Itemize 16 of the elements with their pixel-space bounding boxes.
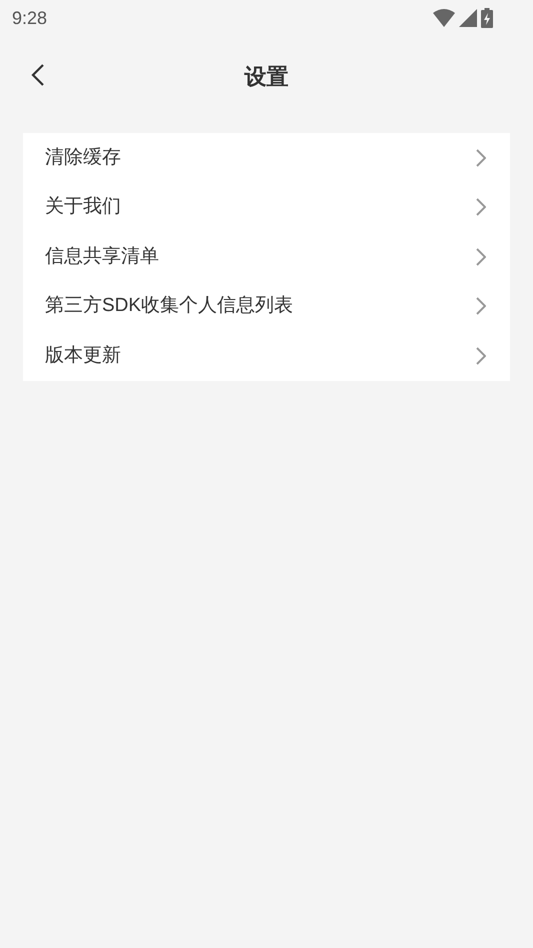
menu-item[interactable]: 版本更新 (45, 342, 121, 370)
back-icon (31, 63, 45, 87)
wifi-icon (433, 9, 455, 27)
chevron-right-icon (476, 248, 486, 266)
chevron-right-icon (476, 198, 486, 216)
signal-icon (459, 9, 477, 27)
menu-item[interactable]: 关于我们 (45, 193, 121, 222)
status-time: 9:28 (12, 6, 48, 30)
menu-item[interactable]: 清除缓存 (45, 144, 121, 172)
battery-icon (481, 8, 493, 28)
chevron-right-icon (476, 346, 486, 365)
chevron-right-icon (476, 148, 486, 167)
menu-item[interactable]: 信息共享清单 (45, 242, 159, 271)
page-title: 设置 (244, 62, 288, 90)
chevron-right-icon (476, 297, 486, 316)
menu-item[interactable]: 第三方SDK收集个人信息列表 (45, 292, 294, 320)
